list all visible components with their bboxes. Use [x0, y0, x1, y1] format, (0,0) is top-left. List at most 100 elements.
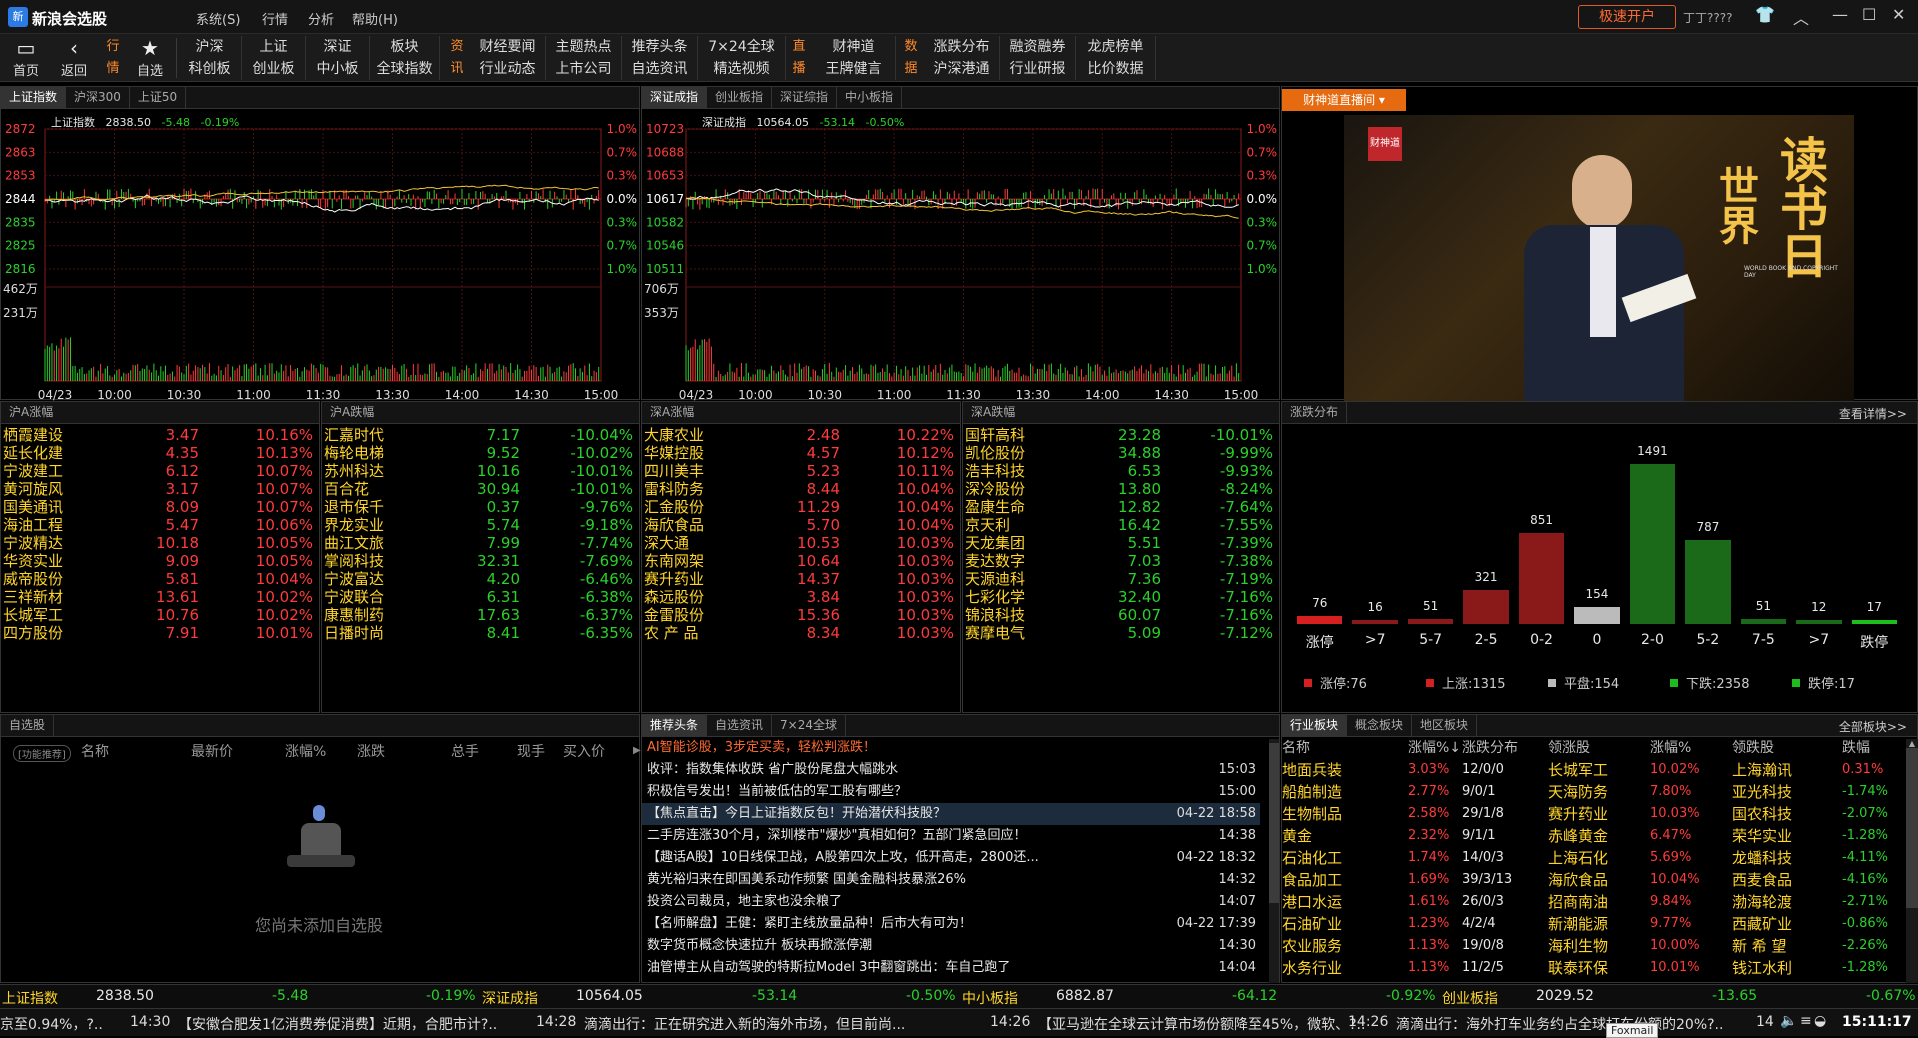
nav-kechuangban[interactable]: 科创板	[178, 58, 242, 80]
shanghai-intraday-chart[interactable]: 2872 1.0% 2863 0.7% 2853 0.3% 2844 0.0% 2835 0.3%…	[1, 109, 641, 401]
nav-shangzheng[interactable]: 上证	[242, 36, 306, 58]
stock-row[interactable]: 盈康生命 12.82 -7.64%	[963, 498, 1279, 516]
news-item[interactable]: 积极信号发出！当前被低估的军工股有哪些？ 15:00	[642, 781, 1260, 803]
tab-region[interactable]: 地区板块	[1412, 715, 1478, 736]
stock-row[interactable]: 四方股份 7.91 10.01%	[1, 624, 319, 642]
ticker-headline[interactable]: 滴滴出行：海外打车业务约占全球打车份额的20%?..	[1396, 1014, 1723, 1034]
watchlist-column-header[interactable]: 名称	[81, 741, 109, 763]
feature-recommend-tag[interactable]: [功能推荐]	[13, 745, 71, 762]
ticker-headline[interactable]: 滴滴出行：正在研究进入新的海外市场，但目前尚...	[584, 1014, 905, 1034]
nav-videos[interactable]: 精选视频	[698, 58, 786, 80]
live-room-button[interactable]: 财神道直播间 ▾	[1282, 89, 1406, 111]
stock-row[interactable]: 国美通讯 8.09 10.07%	[1, 498, 319, 516]
nav-wangpai[interactable]: 王牌健言	[812, 58, 896, 80]
stock-row[interactable]: 海欣食品 5.70 10.04%	[642, 516, 960, 534]
tab-headlines[interactable]: 推荐头条	[642, 715, 708, 736]
stock-row[interactable]: 宁波富达 4.20 -6.46%	[322, 570, 639, 588]
tab-shanghai[interactable]: 上证指数	[1, 87, 67, 108]
watchlist-column-header[interactable]: 现手	[517, 741, 545, 763]
stock-row[interactable]: 曲江文旅 7.99 -7.74%	[322, 534, 639, 552]
news-item[interactable]: 【名师解盘】王健：紧盯主线放量品种！后市大有可为！ 04-22 17:39	[642, 913, 1260, 935]
status-index-name[interactable]: 深证成指	[482, 988, 538, 1008]
sector-row[interactable]: 港口水运 1.61% 26/0/3 招商南油 9.84% 渤海轮渡 -2.71%	[1282, 891, 1902, 913]
tab-chinext[interactable]: 创业板指	[707, 87, 773, 108]
stock-row[interactable]: 百合花 30.94 -10.01%	[322, 480, 639, 498]
stock-row[interactable]: 天龙集团 5.51 -7.39%	[963, 534, 1279, 552]
stock-row[interactable]: 海油工程 5.47 10.06%	[1, 516, 319, 534]
shield-icon[interactable]: ◒	[1814, 1013, 1826, 1029]
stock-row[interactable]: 威帝股份 5.81 10.04%	[1, 570, 319, 588]
distribution-bar[interactable]	[1740, 618, 1787, 624]
news-item[interactable]: AI智能诊股，3步定买卖，轻松判涨跌！	[642, 737, 1260, 759]
user-name[interactable]: 丁丁????	[1683, 9, 1732, 26]
tab-shenzhen[interactable]: 深证成指	[642, 87, 708, 108]
stock-row[interactable]: 苏州科达 10.16 -10.01%	[322, 462, 639, 480]
sector-row[interactable]: 食品加工 1.69% 39/3/13 海欣食品 10.04% 西麦食品 -4.16%	[1282, 869, 1902, 891]
sector-column-header[interactable]: 名称	[1282, 737, 1310, 759]
news-item[interactable]: 【趣话A股】10日线保卫战，A股第四次上攻，低开高走，2800还... 04-22…	[642, 847, 1260, 869]
favorites-button[interactable]: ★ 自选	[130, 36, 170, 80]
stock-row[interactable]: 深大通 10.53 10.03%	[642, 534, 960, 552]
stock-row[interactable]: 梅轮电梯 9.52 -10.02%	[322, 444, 639, 462]
stock-row[interactable]: 森远股份 3.84 10.03%	[642, 588, 960, 606]
nav-compare[interactable]: 比价数据	[1076, 58, 1156, 80]
nav-7x24[interactable]: 7×24全球	[698, 36, 786, 58]
stock-row[interactable]: 锦浪科技 60.07 -7.16%	[963, 606, 1279, 624]
open-account-button[interactable]: 极速开户	[1578, 5, 1676, 29]
nav-shenzheng[interactable]: 深证	[306, 36, 370, 58]
sector-column-header[interactable]: 涨幅%↓	[1408, 737, 1461, 759]
stock-row[interactable]: 深冷股份 13.80 -8.24%	[963, 480, 1279, 498]
watchlist-column-header[interactable]: 总手	[451, 741, 479, 763]
sector-column-header[interactable]: 跌幅	[1842, 737, 1870, 759]
news-item[interactable]: 投资公司裁员，地主家也没余粮了 14:07	[642, 891, 1260, 913]
stock-row[interactable]: 四川美丰 5.23 10.11%	[642, 462, 960, 480]
live-video[interactable]: 财神道 读书日 世界 WORLD BOOK AND COPYRIGHT DAY	[1344, 115, 1854, 401]
tab-7x24[interactable]: 7×24全球	[772, 715, 846, 736]
sector-row[interactable]: 石油化工 1.74% 14/0/3 上海石化 5.69% 龙蟠科技 -4.11%	[1282, 847, 1902, 869]
ticker-headline[interactable]: 【安徽合肥发1亿消费券促消费】近期，合肥市计?..	[178, 1014, 497, 1034]
sector-scrollbar[interactable]: ▲	[1906, 739, 1918, 983]
message-count[interactable]: 14	[1756, 1014, 1774, 1030]
nav-bankuai[interactable]: 板块	[370, 36, 440, 58]
maximize-icon[interactable]: ☐	[1862, 5, 1876, 24]
nav-industry[interactable]: 行业动态	[470, 58, 546, 80]
sector-row[interactable]: 地面兵装 3.03% 12/0/0 长城军工 10.02% 上海瀚讯 0.31%	[1282, 759, 1902, 781]
status-index-name[interactable]: 上证指数	[2, 988, 58, 1008]
watchlist-column-header[interactable]: 涨幅%	[285, 741, 326, 763]
close-icon[interactable]: ✕	[1892, 5, 1905, 24]
distribution-bar[interactable]	[1629, 464, 1676, 624]
news-item[interactable]: 收评：指数集体收跌 省广股份尾盘大幅跳水 15:03	[642, 759, 1260, 781]
stock-row[interactable]: 日播时尚 8.41 -6.35%	[322, 624, 639, 642]
tab-sz50[interactable]: 上证50	[130, 87, 187, 108]
stock-row[interactable]: 大康农业 2.48 10.22%	[642, 426, 960, 444]
sector-column-header[interactable]: 领涨股	[1548, 737, 1590, 759]
news-item[interactable]: 数字货币概念快速拉升 板块再掀涨停潮 14:30	[642, 935, 1260, 957]
scroll-right-icon[interactable]: ▶	[633, 745, 641, 756]
stock-row[interactable]: 界龙实业 5.74 -9.18%	[322, 516, 639, 534]
nav-zhangdie[interactable]: 涨跌分布	[924, 36, 1000, 58]
stock-row[interactable]: 七彩化学 32.40 -7.16%	[963, 588, 1279, 606]
stock-row[interactable]: 宁波建工 6.12 10.07%	[1, 462, 319, 480]
minimize-icon[interactable]: —	[1832, 5, 1848, 24]
shenzhen-intraday-chart[interactable]: 10723 1.0% 10688 0.7% 10653 0.3% 10617 0.0% 1058…	[642, 109, 1281, 401]
nav-headlines[interactable]: 推荐头条	[622, 36, 698, 58]
stock-row[interactable]: 麦达数字 7.03 -7.38%	[963, 552, 1279, 570]
distribution-bar[interactable]	[1796, 620, 1842, 624]
nav-finance-news[interactable]: 财经要闻	[470, 36, 546, 58]
nav-global-index[interactable]: 全球指数	[370, 58, 440, 80]
watchlist-column-header[interactable]: 最新价	[191, 741, 233, 763]
stock-row[interactable]: 掌阅科技 32.31 -7.69%	[322, 552, 639, 570]
distribution-bar[interactable]	[1352, 620, 1398, 624]
status-index-name[interactable]: 中小板指	[962, 988, 1018, 1008]
sector-row[interactable]: 船舶制造 2.77% 9/0/1 天海防务 7.80% 亚光科技 -1.74%	[1282, 781, 1902, 803]
stock-row[interactable]: 黄河旋风 3.17 10.07%	[1, 480, 319, 498]
menu-analysis[interactable]: 分析	[308, 9, 334, 28]
menu-system[interactable]: 系统(S)	[196, 9, 240, 28]
stock-row[interactable]: 金雷股份 15.36 10.03%	[642, 606, 960, 624]
nav-hkconnect[interactable]: 沪深港通	[924, 58, 1000, 80]
stock-row[interactable]: 国轩高科 23.28 -10.01%	[963, 426, 1279, 444]
stock-row[interactable]: 农 产 品 8.34 10.03%	[642, 624, 960, 642]
sector-row[interactable]: 石油矿业 1.23% 4/2/4 新潮能源 9.77% 西藏矿业 -0.86%	[1282, 913, 1902, 935]
distribution-bar[interactable]	[1574, 607, 1620, 624]
distribution-bar[interactable]	[1407, 618, 1454, 624]
